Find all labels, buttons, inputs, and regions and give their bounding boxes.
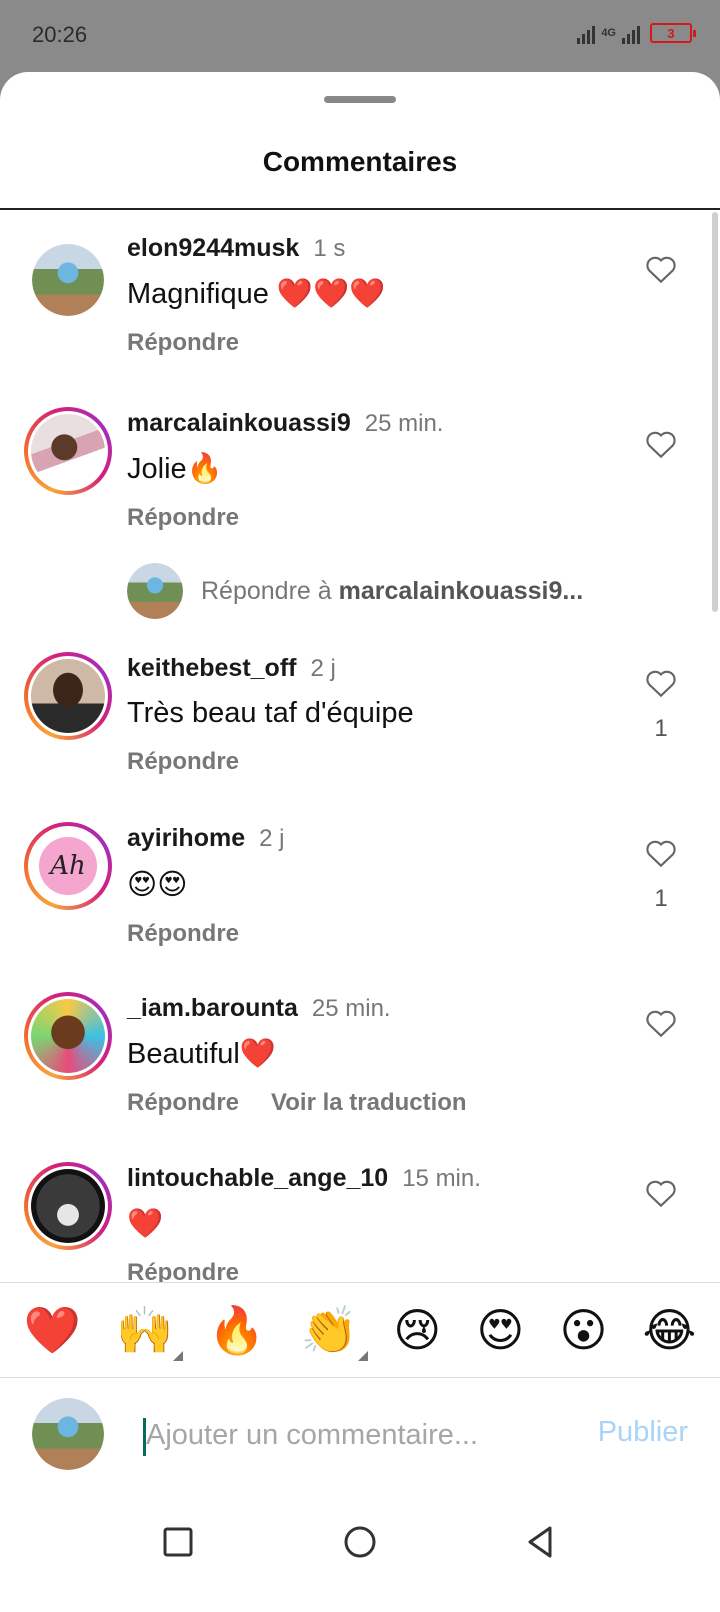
avatar — [127, 563, 183, 619]
reply-button[interactable]: Répondre — [127, 504, 239, 532]
avatar[interactable]: Ah — [24, 822, 112, 910]
comment-username[interactable]: keithebest_off — [127, 654, 296, 683]
comment-time: 15 min. — [402, 1165, 481, 1192]
network-label: 4G — [601, 27, 616, 39]
triangle-back-icon[interactable] — [520, 1522, 560, 1562]
emoji-raised-hands[interactable]: 🙌 — [116, 1307, 184, 1361]
circle-icon[interactable] — [340, 1522, 380, 1562]
heart-icon — [646, 1180, 676, 1208]
like-button[interactable] — [644, 1178, 678, 1225]
sheet-title: Commentaires — [262, 146, 458, 177]
like-button[interactable]: 1 — [644, 668, 678, 743]
emoji-cry[interactable]: 😢 — [393, 1307, 441, 1353]
square-icon[interactable] — [158, 1522, 198, 1562]
comments-sheet: Commentaires elon9244musk 1 s Magnifique … — [0, 72, 720, 1612]
publish-button[interactable]: Publier — [598, 1416, 688, 1449]
ayirihome-logo: Ah — [31, 829, 105, 903]
skin-tone-indicator — [173, 1351, 184, 1361]
emoji-clap-glyph: 👏 — [300, 1303, 359, 1357]
emoji-laugh[interactable]: 😂 — [643, 1307, 697, 1353]
comment-time: 25 min. — [364, 410, 444, 437]
quick-emoji-bar: ❤️ 🙌 🔥 👏 😢 😍 😮 😂 — [0, 1282, 720, 1378]
comment-time: 2 j — [259, 825, 285, 852]
like-button[interactable]: 1 — [644, 838, 678, 913]
avatar[interactable] — [24, 407, 112, 495]
translate-button[interactable]: Voir la traduction — [271, 1089, 467, 1117]
comment-username[interactable]: marcalainkouassi9 — [127, 409, 351, 438]
comment-text: Jolie🔥 — [127, 453, 223, 485]
comment-input[interactable] — [146, 1412, 546, 1458]
status-icons: 4G 3 — [577, 22, 696, 44]
reply-button[interactable]: Répondre — [127, 920, 239, 948]
avatar[interactable] — [24, 1162, 112, 1250]
signal-icon — [577, 22, 596, 44]
comment-time: 1 s — [313, 235, 346, 262]
reply-prompt[interactable]: Répondre à marcalainkouassi9... — [0, 555, 720, 650]
comment-text: Magnifique ❤️❤️❤️ — [127, 278, 386, 310]
avatar[interactable] — [24, 992, 112, 1080]
heart-icon — [646, 1010, 676, 1038]
comment-username[interactable]: elon9244musk — [127, 234, 299, 263]
heart-icon — [646, 840, 676, 868]
comment-item: _iam.barounta 25 min. Beautiful❤️ Répondr… — [0, 990, 720, 1160]
comment-text: 😍😍 — [127, 869, 188, 901]
emoji-heart-eyes[interactable]: 😍 — [476, 1307, 524, 1353]
comment-username[interactable]: _iam.barounta — [127, 994, 298, 1023]
skin-tone-indicator — [358, 1351, 369, 1361]
emoji-surprised[interactable]: 😮 — [559, 1307, 607, 1353]
status-time: 20:26 — [32, 22, 88, 47]
reply-button[interactable]: Répondre — [127, 329, 239, 357]
status-bar: 20:26 4G 3 — [0, 0, 720, 72]
avatar[interactable] — [32, 244, 104, 316]
like-button[interactable] — [644, 254, 678, 301]
emoji-raised-hands-glyph: 🙌 — [115, 1303, 174, 1357]
comment-time: 2 j — [310, 655, 336, 682]
reply-prompt-user: marcalainkouassi9... — [338, 577, 584, 605]
reply-prompt-prefix: Répondre à — [201, 577, 339, 605]
comment-item: marcalainkouassi9 25 min. Jolie🔥 Répondre — [0, 385, 720, 555]
signal-icon-2 — [622, 22, 640, 44]
avatar[interactable] — [24, 652, 112, 740]
reply-button[interactable]: Répondre — [127, 748, 239, 776]
battery-icon: 3 — [650, 23, 696, 43]
heart-icon — [646, 256, 676, 284]
emoji-heart[interactable]: ❤️ — [24, 1307, 81, 1353]
comment-item: elon9244musk 1 s Magnifique ❤️❤️❤️ Répond… — [0, 210, 720, 385]
comment-item: keithebest_off 2 j Très beau taf d'équipe… — [0, 650, 720, 820]
comment-username[interactable]: lintouchable_ange_10 — [127, 1164, 388, 1193]
comments-list: elon9244musk 1 s Magnifique ❤️❤️❤️ Répond… — [0, 210, 720, 1390]
comment-composer: Publier — [0, 1378, 720, 1488]
like-count: 1 — [654, 885, 668, 912]
comment-text: Très beau taf d'équipe — [127, 697, 414, 729]
like-count: 1 — [654, 715, 668, 742]
comment-text: ❤️ — [127, 1208, 164, 1240]
comment-time: 25 min. — [311, 995, 391, 1022]
reply-button[interactable]: Répondre — [127, 1089, 239, 1117]
emoji-clap[interactable]: 👏 — [301, 1307, 369, 1361]
comment-text: Beautiful❤️ — [127, 1038, 276, 1070]
comment-item: Ah ayirihome 2 j 😍😍 Répondre 1 — [0, 820, 720, 990]
like-button[interactable] — [644, 1008, 678, 1055]
heart-icon — [646, 670, 676, 698]
emoji-fire[interactable]: 🔥 — [208, 1307, 265, 1353]
system-nav-bar — [0, 1488, 720, 1612]
like-button[interactable] — [644, 429, 678, 476]
heart-icon — [646, 431, 676, 459]
drag-handle[interactable] — [324, 96, 396, 103]
battery-level: 3 — [667, 25, 675, 41]
comment-username[interactable]: ayirihome — [127, 824, 245, 853]
avatar — [32, 1398, 104, 1470]
